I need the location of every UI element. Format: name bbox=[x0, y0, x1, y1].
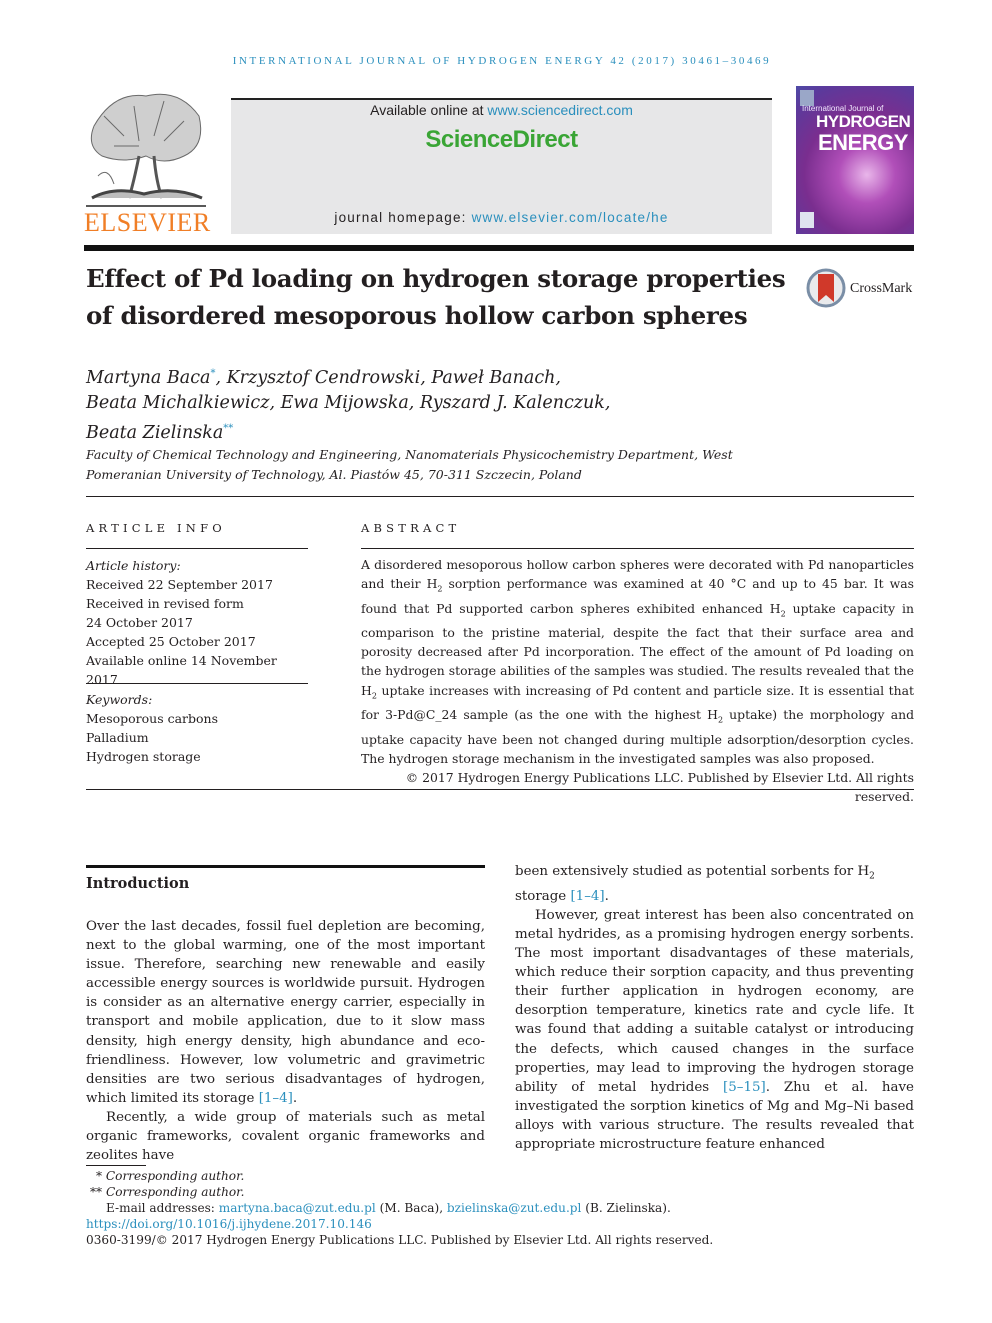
corresponding-author-marker[interactable]: ** bbox=[223, 423, 233, 434]
sciencedirect-logo[interactable]: ScienceDirect bbox=[231, 126, 772, 154]
abstract-heading: ABSTRACT bbox=[361, 521, 461, 535]
affiliation: Faculty of Chemical Technology and Engin… bbox=[86, 447, 733, 482]
keywords-label: Keywords: bbox=[86, 692, 153, 707]
issn-copyright: 0360-3199/© 2017 Hydrogen Energy Publica… bbox=[86, 1233, 714, 1247]
footnote-rule bbox=[86, 1165, 146, 1166]
email-link[interactable]: martyna.baca@zut.edu.pl bbox=[219, 1201, 376, 1215]
article-info-heading: ARTICLE INFO bbox=[86, 521, 226, 535]
citation-link[interactable]: [5–15] bbox=[723, 1080, 766, 1095]
available-online: Available online at www.sciencedirect.co… bbox=[370, 102, 633, 118]
body-column-right: been extensively studied as potential so… bbox=[515, 864, 914, 1152]
running-head: INTERNATIONAL JOURNAL OF HYDROGEN ENERGY… bbox=[232, 55, 772, 67]
hydrogen-energy-badge-icon bbox=[800, 212, 814, 228]
article-history: Article history: Received 22 September 2… bbox=[86, 556, 308, 689]
crossmark-label: CrossMark bbox=[850, 281, 913, 296]
keyword: Palladium bbox=[86, 730, 149, 745]
keywords: Keywords: Mesoporous carbons Palladium H… bbox=[86, 690, 308, 766]
divider bbox=[86, 496, 914, 497]
body-column-left: Over the last decades, fossil fuel deple… bbox=[86, 917, 485, 1165]
author-name[interactable]: Beata Zielinska bbox=[86, 423, 223, 443]
sciencedirect-banner: Available online at www.sciencedirect.co… bbox=[231, 98, 772, 234]
citation-link[interactable]: [1–4] bbox=[570, 889, 604, 904]
journal-homepage-link[interactable]: www.elsevier.com/locate/he bbox=[472, 210, 669, 225]
divider bbox=[86, 683, 308, 684]
history-item: Received in revised form bbox=[86, 596, 244, 611]
article-title: Effect of Pd loading on hydrogen storage… bbox=[86, 264, 786, 330]
history-item: Accepted 25 October 2017 bbox=[86, 634, 256, 649]
elsevier-logo[interactable]: ELSEVIER bbox=[84, 86, 211, 237]
abstract-copyright: © 2017 Hydrogen Energy Publications LLC.… bbox=[405, 769, 914, 804]
doi-link[interactable]: https://doi.org/10.1016/j.ijhydene.2017.… bbox=[86, 1217, 372, 1231]
cover-title-energy: ENERGY bbox=[818, 130, 908, 155]
journal-cover-image[interactable]: International Journal of HYDROGEN ENERGY bbox=[796, 86, 914, 234]
section-rule bbox=[86, 865, 485, 868]
author-list: Martyna Baca*, Krzysztof Cendrowski, Paw… bbox=[86, 361, 786, 446]
paragraph: Recently, a wide group of materials such… bbox=[86, 1109, 485, 1164]
keyword: Mesoporous carbons bbox=[86, 711, 219, 726]
elsevier-tree-icon bbox=[86, 93, 206, 207]
keyword: Hydrogen storage bbox=[86, 749, 201, 764]
email-link[interactable]: bzielinska@zut.edu.pl bbox=[447, 1201, 582, 1215]
cover-title-hydrogen: HYDROGEN bbox=[816, 112, 911, 131]
sciencedirect-link[interactable]: www.sciencedirect.com bbox=[487, 102, 633, 118]
section-heading-introduction: Introduction bbox=[86, 875, 190, 892]
crossmark-button[interactable]: CrossMark bbox=[806, 268, 918, 310]
history-item: Received 22 September 2017 bbox=[86, 577, 273, 592]
citation-link[interactable]: [1–4] bbox=[259, 1091, 293, 1106]
header-rule bbox=[84, 245, 914, 251]
journal-homepage: journal homepage: www.elsevier.com/locat… bbox=[334, 210, 669, 225]
divider bbox=[86, 548, 308, 549]
divider bbox=[86, 789, 914, 790]
article-history-label: Article history: bbox=[86, 558, 181, 573]
abstract-body: A disordered mesoporous hollow carbon sp… bbox=[361, 555, 914, 806]
crossmark-icon bbox=[806, 268, 846, 308]
divider bbox=[361, 548, 914, 549]
elsevier-wordmark: ELSEVIER bbox=[84, 208, 211, 237]
author-name[interactable]: Martyna Baca bbox=[86, 368, 210, 388]
footnotes: * Corresponding author. ** Corresponding… bbox=[86, 1168, 786, 1248]
author-line: Beata Michalkiewicz, Ewa Mijowska, Rysza… bbox=[86, 392, 611, 413]
history-item: 24 October 2017 bbox=[86, 615, 193, 630]
